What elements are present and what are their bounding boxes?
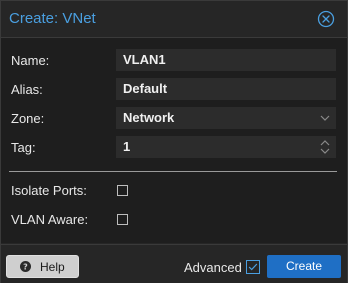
help-button[interactable]: ? Help bbox=[6, 255, 79, 278]
section-divider bbox=[9, 171, 337, 172]
alias-value: Default bbox=[123, 81, 168, 96]
tag-label: Tag: bbox=[11, 140, 36, 155]
chevron-down-icon[interactable] bbox=[318, 107, 332, 129]
create-vnet-dialog: Create: VNet Name: VLAN1 Alias: Default … bbox=[0, 0, 348, 283]
question-circle-icon: ? bbox=[20, 261, 31, 272]
vlan-aware-label: VLAN Aware: bbox=[11, 212, 89, 227]
name-label: Name: bbox=[11, 53, 50, 68]
zone-label: Zone: bbox=[11, 111, 45, 126]
zone-value: Network bbox=[123, 110, 175, 125]
svg-text:?: ? bbox=[23, 263, 28, 272]
help-label: Help bbox=[40, 260, 65, 274]
name-field[interactable]: VLAN1 bbox=[116, 49, 336, 71]
dialog-body: Name: VLAN1 Alias: Default Zone: Network… bbox=[1, 38, 347, 243]
advanced-checkbox[interactable] bbox=[246, 260, 260, 274]
tag-number-field[interactable]: 1 bbox=[116, 136, 336, 158]
zone-select[interactable]: Network bbox=[116, 107, 336, 129]
spinner-updown-icon[interactable] bbox=[318, 136, 332, 158]
dialog-titlebar: Create: VNet bbox=[1, 1, 347, 38]
isolate-ports-checkbox[interactable] bbox=[117, 185, 128, 196]
isolate-ports-label: Isolate Ports: bbox=[11, 183, 87, 198]
name-value: VLAN1 bbox=[123, 52, 166, 67]
alias-field[interactable]: Default bbox=[116, 78, 336, 100]
close-icon[interactable] bbox=[317, 10, 335, 28]
create-button[interactable]: Create bbox=[267, 255, 341, 278]
advanced-label: Advanced bbox=[184, 260, 242, 275]
dialog-footer: ? Help Advanced Create bbox=[1, 244, 347, 283]
vlan-aware-checkbox[interactable] bbox=[117, 214, 128, 225]
dialog-title: Create: VNet bbox=[9, 10, 96, 27]
tag-value: 1 bbox=[123, 139, 131, 154]
alias-label: Alias: bbox=[11, 82, 43, 97]
